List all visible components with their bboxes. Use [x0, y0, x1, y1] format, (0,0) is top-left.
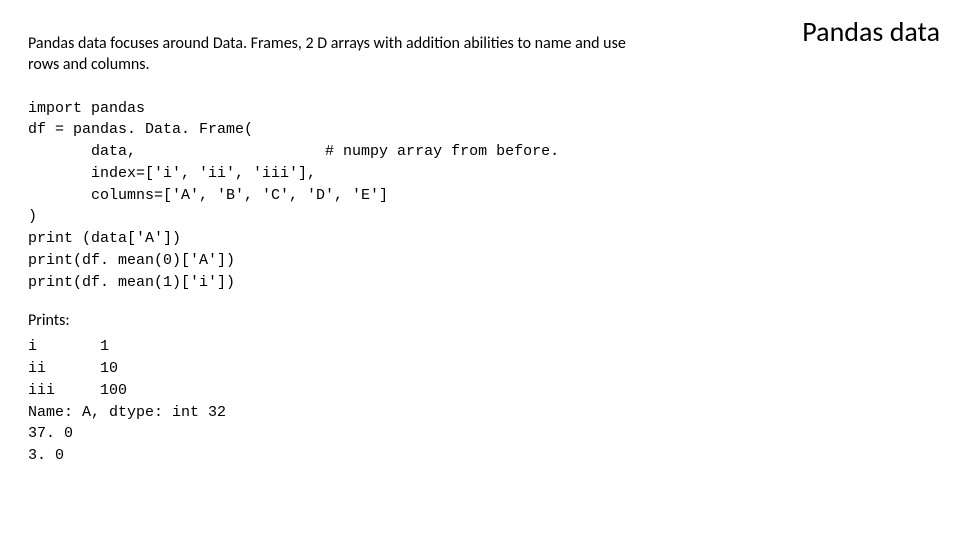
content-area: Pandas data focuses around Data. Frames,… — [28, 34, 648, 467]
page-title: Pandas data — [802, 14, 940, 49]
prints-label: Prints: — [28, 311, 648, 330]
output-block: i 1 ii 10 iii 100 Name: A, dtype: int 32… — [28, 336, 648, 467]
intro-text: Pandas data focuses around Data. Frames,… — [28, 34, 648, 76]
code-block: import pandas df = pandas. Data. Frame( … — [28, 98, 648, 294]
